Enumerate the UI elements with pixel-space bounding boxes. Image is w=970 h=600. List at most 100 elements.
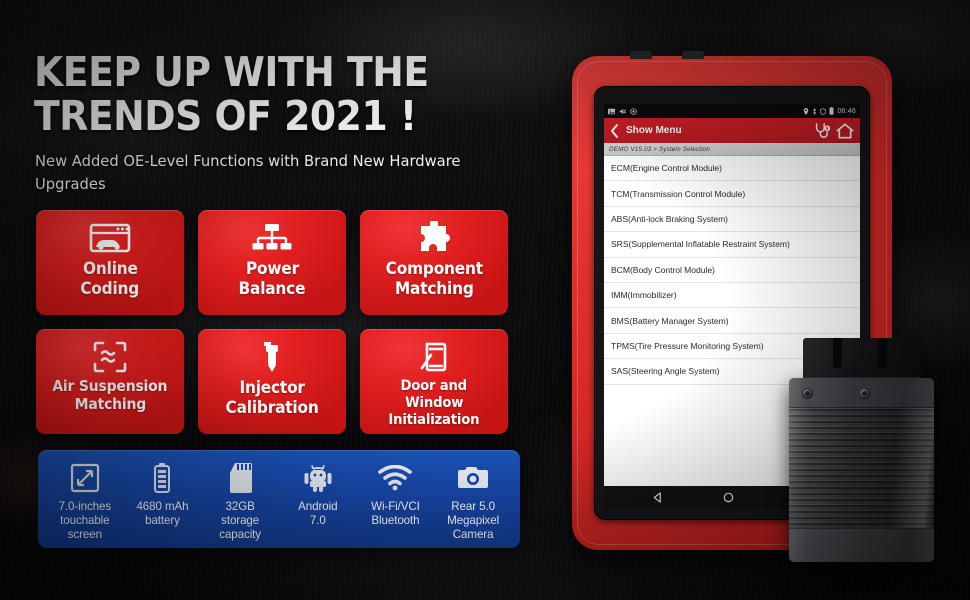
- spec-line1: Rear 5.0: [451, 500, 495, 513]
- list-item[interactable]: TCM(Transmission Control Module): [604, 181, 860, 207]
- dongle-top-plate: [789, 378, 934, 408]
- feature-tile-injector-calibration[interactable]: Injector Calibration: [198, 329, 346, 434]
- sd-card-icon: [228, 459, 253, 497]
- list-item[interactable]: ECM(Engine Control Module): [604, 156, 860, 182]
- feature-tile-component-matching[interactable]: Component Matching: [360, 210, 508, 315]
- list-item[interactable]: ABS(Anti-lock Braking System): [604, 207, 860, 233]
- screw-icon: [802, 388, 813, 399]
- spec-label: 4680 mAh battery: [136, 500, 188, 528]
- spec-label: Wi-Fi/VCI Bluetooth: [371, 500, 420, 528]
- feature-tile-online-coding[interactable]: Online Coding: [36, 210, 184, 315]
- dongle-body: [789, 378, 934, 562]
- browser-car-icon: [87, 218, 133, 258]
- feature-label-line2: Window: [404, 395, 464, 411]
- obd-connector-head: [803, 338, 921, 382]
- spec-line2: storage: [221, 514, 260, 527]
- feature-label-line2: Matching: [74, 395, 146, 413]
- feature-label-line1: Injector: [239, 378, 305, 397]
- dongle-heat-fins: [789, 408, 934, 528]
- spec-line3: capacity: [219, 528, 261, 541]
- spec-item-storage: 32GB storage capacity: [203, 459, 277, 542]
- list-item-label: TPMS(Tire Pressure Monitoring System): [611, 340, 764, 351]
- battery-icon: [829, 107, 834, 115]
- list-item[interactable]: BMS(Battery Manager System): [604, 308, 860, 334]
- spec-line3: screen: [67, 528, 102, 541]
- list-item-label: SAS(Steering Angle System): [611, 366, 720, 377]
- list-item[interactable]: BCM(Body Control Module): [604, 258, 860, 283]
- headline-line-2: TRENDS OF 2021 !: [34, 92, 417, 140]
- spec-label: Android 7.0: [298, 500, 337, 528]
- feature-label-line1: Door and: [400, 378, 468, 394]
- spec-label: 32GB storage capacity: [219, 500, 261, 542]
- injector-icon: [249, 337, 295, 377]
- dongle-foot: [789, 528, 934, 562]
- battery-icon: [153, 459, 171, 497]
- headline-block: KEEP UP WITH THE TRENDS OF 2021 !: [34, 50, 554, 138]
- list-item-label: ABS(Anti-lock Braking System): [611, 213, 728, 224]
- spec-item-connectivity: Wi-Fi/VCI Bluetooth: [358, 459, 432, 528]
- spec-line2: battery: [145, 514, 180, 527]
- spec-line2: Bluetooth: [371, 514, 420, 527]
- chevron-left-icon[interactable]: [610, 123, 619, 138]
- breadcrumb-text: DEMO V15.03 > System Selection: [609, 145, 710, 153]
- suspension-wave-icon: [87, 337, 133, 377]
- spec-bar: 7.0-inches touchable screen 4680 mAh bat…: [38, 450, 520, 548]
- app-header: Show Menu 9: [604, 118, 860, 143]
- feature-label-line2: Matching: [394, 279, 474, 298]
- spec-label: 7.0-inches touchable screen: [59, 500, 112, 542]
- diagnostics-stethoscope-icon[interactable]: 9: [814, 122, 831, 139]
- spec-item-android: Android 7.0: [281, 459, 355, 528]
- feature-label-line1: Air Suspension: [52, 377, 168, 395]
- list-item-label: BMS(Battery Manager System): [611, 315, 729, 326]
- spec-line1: Wi-Fi/VCI: [371, 500, 420, 513]
- list-item-label: ECM(Engine Control Module): [611, 163, 722, 174]
- android-status-bar: 06:46: [604, 104, 860, 118]
- spec-line3: Camera: [452, 528, 494, 541]
- feature-tile-air-suspension-matching[interactable]: Air Suspension Matching: [36, 329, 184, 434]
- spec-line2: touchable: [60, 514, 110, 527]
- shield-icon: [820, 107, 827, 115]
- spec-line1: 32GB: [225, 500, 255, 513]
- tablet-top-nub: [630, 51, 652, 59]
- door-window-icon: [411, 337, 457, 377]
- camera-icon: [456, 459, 490, 497]
- feature-label-line2: Balance: [238, 279, 306, 298]
- spec-item-battery: 4680 mAh battery: [125, 459, 199, 528]
- list-item[interactable]: IMM(Immobilizer): [604, 283, 860, 309]
- puzzle-piece-icon: [411, 218, 457, 258]
- home-circle-icon[interactable]: [723, 492, 734, 503]
- spec-line2: Megapixel: [447, 514, 500, 527]
- spec-label: Rear 5.0 Megapixel Camera: [447, 500, 499, 542]
- feature-label-line1: Online: [82, 259, 138, 278]
- feature-tile-door-window-initialization[interactable]: Door and Window Initialization: [360, 329, 508, 434]
- feature-label-line2: Calibration: [225, 398, 319, 417]
- feature-label-line3: Initialization: [388, 412, 480, 428]
- spec-item-camera: Rear 5.0 Megapixel Camera: [436, 459, 510, 542]
- spec-line2: 7.0: [309, 514, 326, 527]
- feature-label-line1: Power: [245, 259, 299, 278]
- spec-item-screen: 7.0-inches touchable screen: [48, 459, 122, 542]
- node-tree-icon: [249, 218, 295, 258]
- spec-line1: Android: [298, 500, 338, 513]
- spec-line1: 4680 mAh: [136, 500, 189, 513]
- wifi-icon: [378, 459, 413, 497]
- spec-line1: 7.0-inches: [58, 500, 112, 513]
- screw-icon: [859, 388, 870, 399]
- location-icon: [804, 107, 809, 115]
- home-icon[interactable]: [836, 122, 854, 139]
- list-item-label: BCM(Body Control Module): [611, 264, 715, 275]
- list-item-label: SRS(Supplemental Inflatable Restraint Sy…: [611, 239, 790, 250]
- feature-tile-power-balance[interactable]: Power Balance: [198, 210, 346, 315]
- list-item[interactable]: SRS(Supplemental Inflatable Restraint Sy…: [604, 232, 860, 258]
- back-triangle-icon[interactable]: [652, 491, 663, 503]
- headline-line-1: KEEP UP WITH THE: [34, 48, 429, 96]
- list-item-label: IMM(Immobilizer): [611, 290, 677, 301]
- feature-label-line2: Coding: [80, 279, 140, 298]
- android-icon: [303, 459, 333, 497]
- list-item-label: TCM(Transmission Control Module): [611, 188, 746, 199]
- vibrate-icon: [630, 107, 637, 115]
- connector-slot: [833, 338, 842, 368]
- connector-slot: [878, 338, 887, 368]
- subheadline: New Added OE-Level Functions with Brand …: [35, 152, 461, 193]
- app-header-title: Show Menu: [626, 125, 682, 136]
